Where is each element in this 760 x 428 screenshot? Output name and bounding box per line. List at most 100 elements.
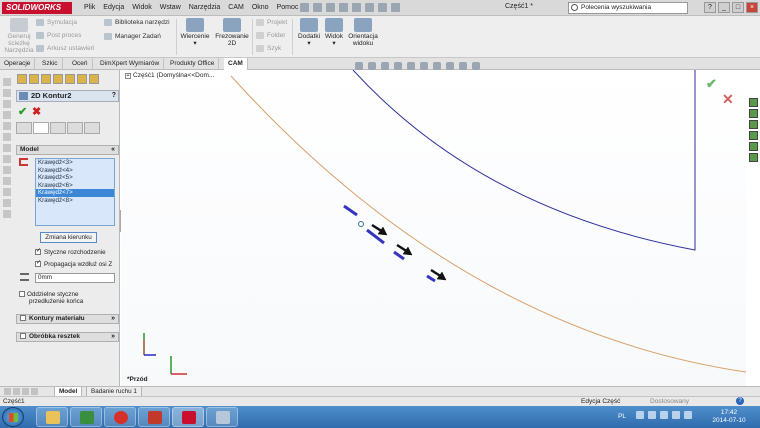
menu-widok[interactable]: Widok: [128, 2, 155, 14]
post-process-button[interactable]: Post proces: [36, 32, 81, 39]
cam-operation-tab-icon[interactable]: [77, 74, 87, 84]
task-manager-button[interactable]: Manager Zadań: [104, 33, 161, 40]
layers-tab-icon[interactable]: [50, 122, 66, 134]
milling-2d-button[interactable]: Frezowanie 2D: [214, 18, 250, 47]
display-style-icon[interactable]: [420, 62, 428, 70]
model-group-header[interactable]: Model «: [16, 145, 119, 155]
tab-ocen[interactable]: Oceń: [68, 58, 93, 70]
change-direction-button[interactable]: Zmiana kierunku: [40, 232, 97, 243]
config-manager-tab-icon[interactable]: [41, 74, 51, 84]
new-icon[interactable]: [300, 3, 309, 12]
filter-icon[interactable]: [3, 78, 11, 86]
graphics-area[interactable]: [121, 70, 746, 386]
confirm-corner-ok-icon[interactable]: ✔: [706, 76, 717, 92]
taskbar-solidworks[interactable]: [172, 407, 204, 427]
appearances-icon[interactable]: [749, 142, 758, 151]
save-icon[interactable]: [326, 3, 335, 12]
ok-button[interactable]: ✔: [18, 105, 27, 118]
feature-tree-tab-icon[interactable]: [17, 74, 27, 84]
simulation-button[interactable]: Symulacja: [36, 19, 77, 26]
levels-tab-icon[interactable]: [67, 122, 83, 134]
zoom-fit-icon[interactable]: [355, 62, 363, 70]
print-icon[interactable]: [339, 3, 348, 12]
circle-tool-icon[interactable]: [3, 122, 11, 130]
tray-network-icon[interactable]: [648, 411, 656, 419]
file-explorer-icon[interactable]: [749, 120, 758, 129]
tray-flag-icon[interactable]: [636, 411, 644, 419]
list-item-selected[interactable]: Krawędź<7>: [36, 189, 114, 197]
trim-tool-icon[interactable]: [3, 177, 11, 185]
tab-szkic[interactable]: Szkic: [38, 58, 63, 70]
generate-toolpath-button[interactable]: Generuj ścieżkę Narzędzia: [4, 18, 34, 54]
view-orientation-button[interactable]: Orientacja widoku: [346, 18, 380, 47]
confirm-corner-cancel-icon[interactable]: ✕: [722, 91, 734, 108]
start-button[interactable]: [2, 407, 24, 427]
tree-root[interactable]: Część1 (Domyślna<<Dom...: [133, 72, 214, 79]
tab-operacje[interactable]: Operacje: [0, 58, 36, 70]
rectangle-tool-icon[interactable]: [3, 133, 11, 141]
tray-volume-icon[interactable]: [660, 411, 668, 419]
menu-narzedzia[interactable]: Narzędzia: [185, 2, 225, 14]
taskbar-explorer[interactable]: [36, 407, 68, 427]
drilling-button[interactable]: Wiercenie ▾: [178, 18, 212, 47]
tray-power-icon[interactable]: [672, 411, 680, 419]
custom-properties-icon[interactable]: [749, 153, 758, 162]
arc-tool-icon[interactable]: [3, 111, 11, 119]
pattern-tool-icon[interactable]: [3, 210, 11, 218]
previous-view-icon[interactable]: [381, 62, 389, 70]
view-palette-icon[interactable]: [749, 131, 758, 140]
status-help-icon[interactable]: ?: [736, 397, 744, 405]
menu-plik[interactable]: Plik: [80, 2, 99, 14]
cam-feature-tab-icon[interactable]: [65, 74, 75, 84]
menu-cam[interactable]: CAM: [224, 2, 248, 14]
feature-tree-flyout[interactable]: + Część1 (Domyślna<<Dom...: [125, 72, 214, 79]
taskbar-media[interactable]: [70, 407, 102, 427]
view-orientation-icon[interactable]: [407, 62, 415, 70]
tangent-divergence-checkbox[interactable]: Styczne rozchodzenie: [35, 247, 106, 256]
list-item[interactable]: Krawędź<6>: [36, 182, 114, 190]
status-units[interactable]: Dostosowany: [650, 397, 689, 406]
dimxpert-tab-icon[interactable]: [53, 74, 63, 84]
clock[interactable]: 17:42 2014-07-10: [707, 409, 751, 425]
tool-library-button[interactable]: Biblioteka narzędzi: [104, 19, 170, 26]
next-tab-icon[interactable]: [22, 388, 29, 395]
tray-app-icon[interactable]: [684, 411, 692, 419]
filter-tab-icon[interactable]: [16, 122, 32, 134]
design-library-icon[interactable]: [749, 109, 758, 118]
tab-produkty-office[interactable]: Produkty Office: [166, 58, 220, 70]
pattern-button[interactable]: Szyk: [256, 45, 281, 52]
options-tab-icon[interactable]: [84, 122, 100, 134]
propagate-z-checkbox[interactable]: Propagacja wzdłuż osi Z: [35, 259, 112, 268]
separate-tangent-checkbox[interactable]: Oddzielne styczne przedłużenie końca: [19, 291, 83, 305]
section-view-icon[interactable]: [394, 62, 402, 70]
pm-help-button[interactable]: ?: [112, 91, 116, 101]
select-icon[interactable]: [365, 3, 374, 12]
first-tab-icon[interactable]: [4, 388, 11, 395]
offset-input[interactable]: 0mm: [35, 273, 115, 283]
taskbar-app[interactable]: [138, 407, 170, 427]
addins-button[interactable]: Dodatki ▾: [296, 18, 322, 47]
relation-tool-icon[interactable]: [3, 166, 11, 174]
list-item[interactable]: Krawędź<4>: [36, 167, 114, 175]
language-indicator[interactable]: PL: [618, 413, 626, 420]
menu-edycja[interactable]: Edycja: [99, 2, 128, 14]
tab-cam[interactable]: CAM: [224, 58, 248, 70]
geometry-tab-icon[interactable]: [33, 122, 49, 134]
project-button[interactable]: Projekt: [256, 19, 287, 26]
resources-icon[interactable]: [749, 98, 758, 107]
edge-list[interactable]: Krawędź<3> Krawędź<4> Krawędź<5> Krawędź…: [35, 158, 115, 226]
view-button[interactable]: Widok ▾: [322, 18, 346, 47]
line-tool-icon[interactable]: [3, 100, 11, 108]
folder-button[interactable]: Folder: [256, 32, 285, 39]
undo-icon[interactable]: [352, 3, 361, 12]
prev-tab-icon[interactable]: [13, 388, 20, 395]
menu-okno[interactable]: Okno: [248, 2, 273, 14]
taskbar-paint[interactable]: [206, 407, 238, 427]
menu-wstaw[interactable]: Wstaw: [156, 2, 185, 14]
tab-dimxpert[interactable]: DimXpert Wymiarów: [96, 58, 165, 70]
property-manager-tab-icon[interactable]: [29, 74, 39, 84]
zoom-area-icon[interactable]: [368, 62, 376, 70]
last-tab-icon[interactable]: [31, 388, 38, 395]
minimize-icon[interactable]: _: [718, 2, 730, 13]
cancel-button[interactable]: ✖: [32, 105, 41, 118]
